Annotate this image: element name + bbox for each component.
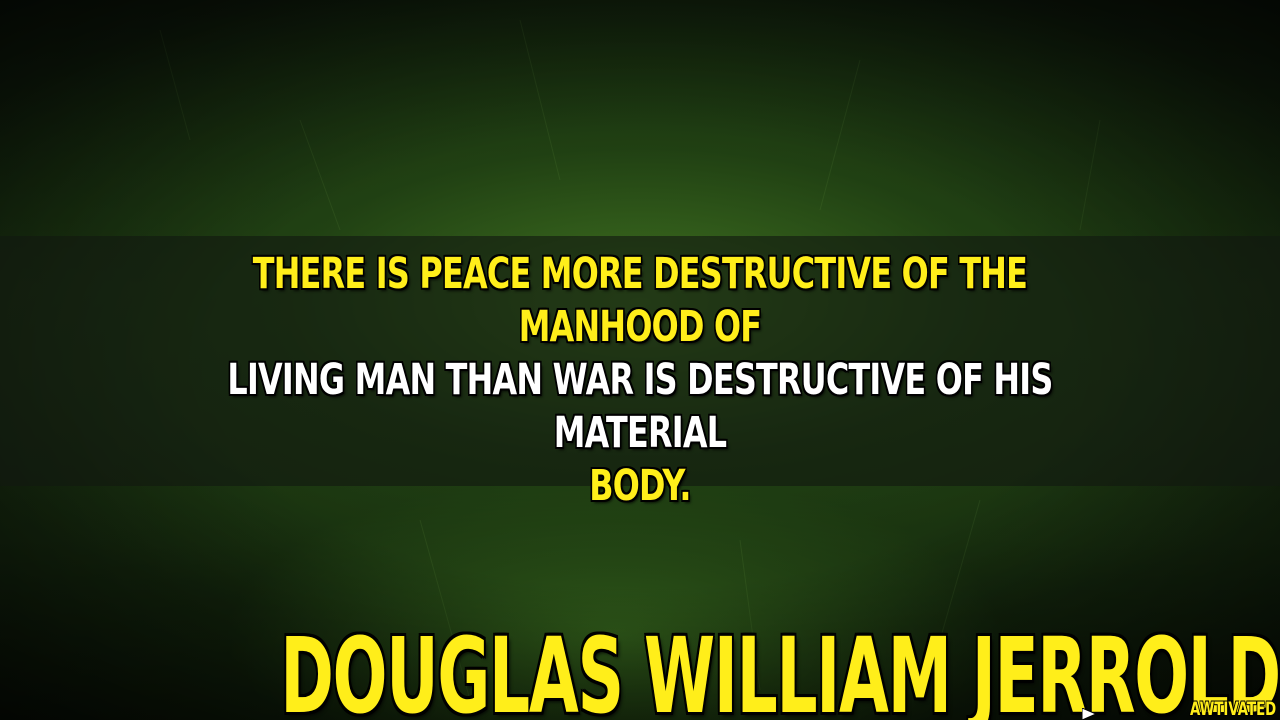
channel-watermark: AWTIVATED xyxy=(1189,698,1276,720)
quote-text: THERE IS PEACE MORE DESTRUCTIVE OF THE M… xyxy=(211,248,1069,513)
play-triangle-icon xyxy=(1082,708,1096,720)
quote-line-2: LIVING MAN THAN WAR IS DESTRUCTIVE OF HI… xyxy=(227,355,1053,458)
quote-line-3: BODY. xyxy=(589,461,691,511)
quote-line-1: THERE IS PEACE MORE DESTRUCTIVE OF THE M… xyxy=(252,249,1028,352)
quote-card: THERE IS PEACE MORE DESTRUCTIVE OF THE M… xyxy=(0,0,1280,720)
author-name: DOUGLAS WILLIAM JERROLD xyxy=(280,615,1280,720)
